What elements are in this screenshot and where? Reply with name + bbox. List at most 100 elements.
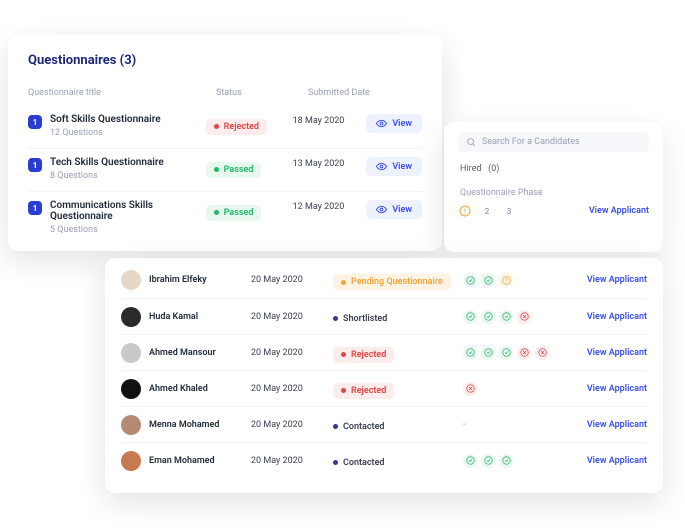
phase-ring-green: [481, 454, 495, 468]
questionnaire-row: 1 Tech Skills Questionnaire 8 Questions Pas…: [28, 148, 422, 191]
phase-ring-green: [463, 346, 477, 360]
questionnaire-subtitle: 8 Questions: [50, 171, 164, 181]
phase-ring-red: [463, 382, 477, 396]
questionnaires-card: Questionnaires (3) Questionnaire title S…: [8, 35, 442, 251]
questionnaire-title: Communications Skills Questionnaire: [50, 200, 206, 222]
phase-ring-green: [499, 346, 513, 360]
questionnaire-subtitle: 5 Questions: [50, 225, 206, 235]
questionnaire-row: 1 Communications Skills Questionnaire 5 Qu…: [28, 191, 422, 245]
questionnaire-title: Tech Skills Questionnaire: [50, 157, 164, 168]
status-pill: Rejected: [206, 119, 267, 135]
hired-label: Hired: [460, 164, 481, 174]
avatar: [121, 343, 141, 363]
applicant-date: 20 May 2020: [251, 348, 333, 358]
avatar: [121, 451, 141, 471]
phase-step-3[interactable]: 3: [502, 204, 516, 218]
phase-ring-red: [517, 346, 531, 360]
phase-step-1[interactable]: [458, 204, 472, 218]
submitted-date: 18 May 2020: [293, 114, 367, 126]
applicant-date: 20 May 2020: [251, 420, 333, 430]
no-rings: -: [463, 419, 466, 430]
view-applicant-link[interactable]: View Applicant: [587, 275, 647, 285]
avatar: [121, 415, 141, 435]
phase-ring-green: [463, 310, 477, 324]
phase-rings: -: [463, 419, 573, 430]
applicant-date: 20 May 2020: [251, 456, 333, 466]
search-input[interactable]: Search For a Candidates: [458, 132, 649, 152]
applicant-name: Menna Mohamed: [149, 420, 219, 430]
questionnaires-header-row: Questionnaire title Status Submitted Dat…: [28, 82, 422, 106]
status-pill: Rejected: [333, 383, 394, 399]
view-button[interactable]: View: [366, 114, 422, 133]
phase-row: 2 3 View Applicant: [458, 204, 649, 218]
phase-rings: [463, 273, 573, 287]
status-pill: Pending Questionnaire: [333, 274, 451, 290]
applicant-date: 20 May 2020: [251, 312, 333, 322]
search-placeholder: Search For a Candidates: [482, 137, 580, 147]
status-pill: Contacted: [333, 419, 393, 435]
view-applicant-link[interactable]: View Applicant: [587, 312, 647, 322]
col-date: Submitted Date: [308, 88, 386, 98]
col-title: Questionnaire title: [28, 88, 216, 98]
phase-rings: [463, 454, 573, 468]
hired-summary: Hired (0): [460, 164, 647, 174]
questionnaire-row: 1 Soft Skills Questionnaire 12 Questions Re…: [28, 106, 422, 148]
applicant-date: 20 May 2020: [251, 275, 333, 285]
applicant-name: Ibrahim Elfeky: [149, 275, 207, 285]
applicants-card: Ibrahim Elfeky20 May 2020Pending Questio…: [105, 258, 663, 493]
applicant-row: Ibrahim Elfeky 20 May 2020Pending Questio…: [121, 262, 647, 298]
view-applicant-link[interactable]: View Applicant: [587, 420, 647, 430]
applicant-date: 20 May 2020: [251, 384, 333, 394]
col-status: Status: [216, 88, 308, 98]
submitted-date: 13 May 2020: [293, 157, 367, 169]
view-applicant-link[interactable]: View Applicant: [589, 206, 649, 216]
phase-step-2[interactable]: 2: [480, 204, 494, 218]
applicant-name: Huda Kamal: [149, 312, 198, 322]
phase-label: Questionnaire Phase: [460, 188, 647, 198]
questionnaire-title: Soft Skills Questionnaire: [50, 114, 161, 125]
applicant-name: Eman Mohamed: [149, 456, 215, 466]
view-applicant-link[interactable]: View Applicant: [587, 456, 647, 466]
applicant-row: Ahmed Mansour 20 May 2020Rejected View App…: [121, 334, 647, 370]
search-icon: [466, 137, 476, 147]
phase-ring-green: [481, 273, 495, 287]
phase-ring-green: [499, 454, 513, 468]
applicant-name: Ahmed Mansour: [149, 348, 216, 358]
view-applicant-link[interactable]: View Applicant: [587, 348, 647, 358]
applicant-name: Ahmed Khaled: [149, 384, 208, 394]
applicant-row: Menna Mohamed 20 May 2020Contacted - View A…: [121, 406, 647, 442]
view-button[interactable]: View: [366, 157, 422, 176]
avatar: [121, 379, 141, 399]
view-button[interactable]: View: [366, 200, 422, 219]
phase-ring-red: [535, 346, 549, 360]
row-index-badge: 1: [28, 201, 42, 215]
phase-ring-green: [463, 273, 477, 287]
avatar: [121, 270, 141, 290]
side-panel: Search For a Candidates Hired (0) Questi…: [444, 122, 663, 252]
phase-ring-green: [463, 454, 477, 468]
applicant-row: Huda Kamal 20 May 2020Shortlisted View App…: [121, 298, 647, 334]
status-pill: Rejected: [333, 347, 394, 363]
phase-rings: [463, 346, 573, 360]
status-pill: Passed: [206, 162, 262, 178]
applicant-row: Eman Mohamed 20 May 2020Contacted View App…: [121, 442, 647, 478]
applicant-row: Ahmed Khaled 20 May 2020Rejected View Appl…: [121, 370, 647, 406]
avatar: [121, 307, 141, 327]
phase-ring-green: [481, 346, 495, 360]
phase-rings: [463, 310, 573, 324]
status-pill: Contacted: [333, 455, 393, 471]
questionnaires-heading: Questionnaires (3): [28, 53, 422, 68]
hired-count: (0): [488, 164, 499, 174]
phase-ring-green: [499, 310, 513, 324]
submitted-date: 12 May 2020: [293, 200, 367, 212]
phase-rings: [463, 382, 573, 396]
phase-ring-orange: [499, 273, 513, 287]
status-pill: Passed: [206, 205, 262, 221]
status-pill: Shortlisted: [333, 311, 395, 327]
phase-ring-red: [517, 310, 531, 324]
row-index-badge: 1: [28, 158, 42, 172]
questionnaire-subtitle: 12 Questions: [50, 128, 161, 138]
phase-ring-green: [481, 310, 495, 324]
view-applicant-link[interactable]: View Applicant: [587, 384, 647, 394]
row-index-badge: 1: [28, 115, 42, 129]
